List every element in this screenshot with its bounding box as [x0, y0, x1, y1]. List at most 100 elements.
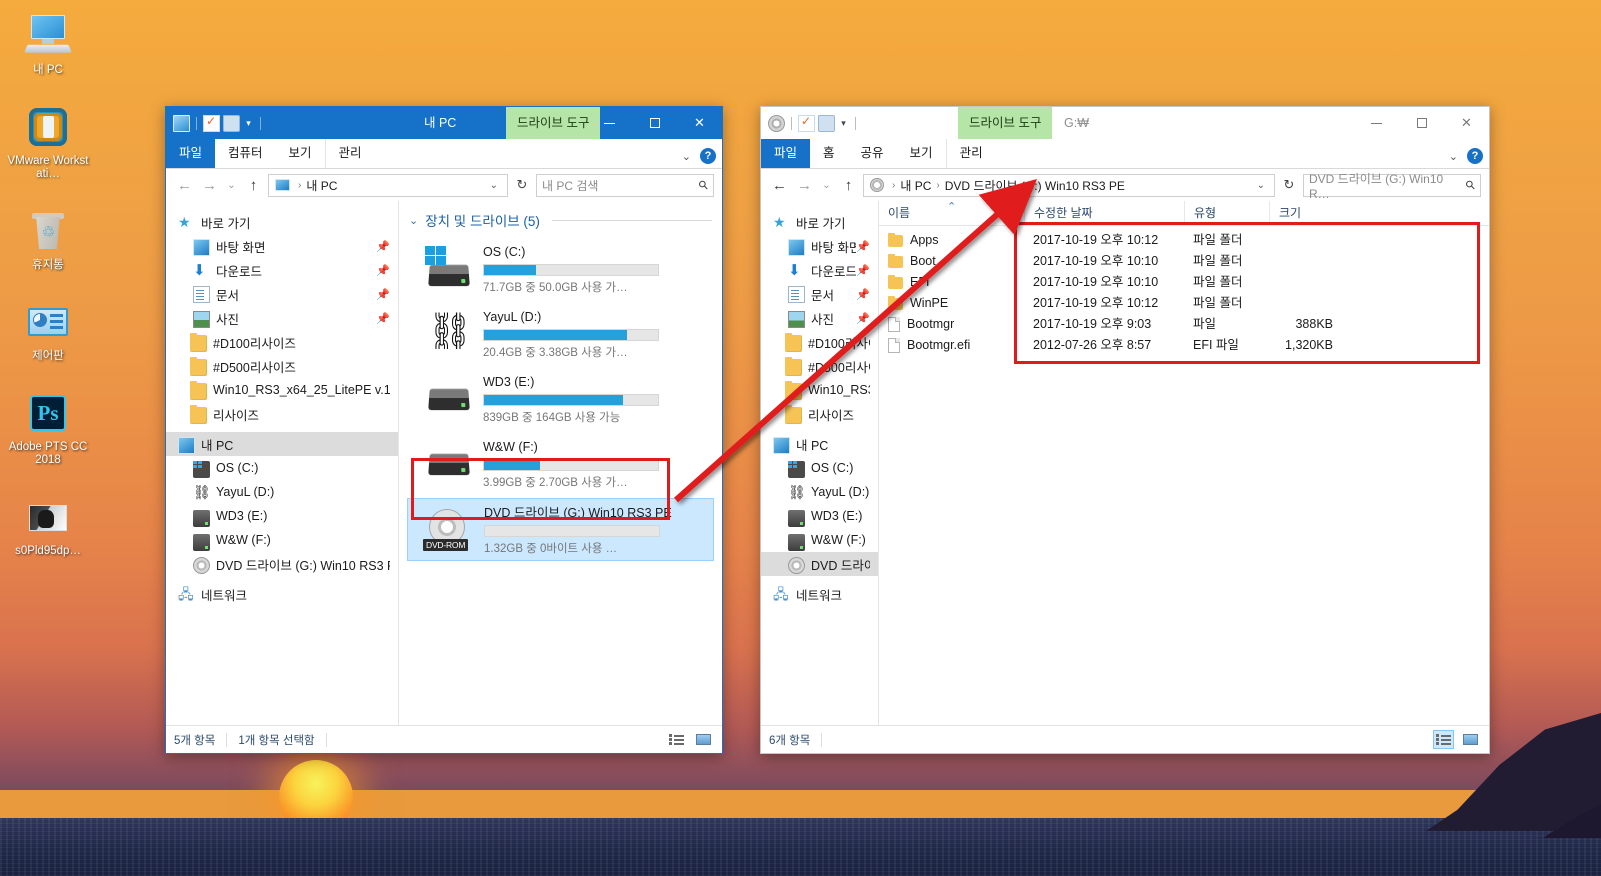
nav-item-13[interactable]: W&W (F:): [166, 528, 398, 552]
nav-item-12[interactable]: WD3 (E:): [761, 504, 878, 528]
nav-item-15[interactable]: 🖧 네트워크: [166, 582, 398, 606]
minimize-button[interactable]: [587, 107, 632, 139]
content-pane[interactable]: 이름 ⌃ 수정한 날짜 유형 크기 Apps 2017-10-19 오후 10:1…: [879, 201, 1489, 725]
file-name-cell[interactable]: Apps: [879, 230, 1024, 251]
drive-tile-4[interactable]: DVD-ROM DVD 드라이브 (G:) Win10 RS3 PE 1.32GB …: [407, 498, 714, 561]
breadcrumb-dvd-drive[interactable]: DVD 드라이브 (G:) Win10 RS3 PE: [945, 177, 1125, 194]
close-button[interactable]: ✕: [1444, 107, 1489, 139]
details-view-button[interactable]: [666, 730, 687, 749]
nav-item-4[interactable]: 사진 📌: [166, 306, 398, 330]
search-icon[interactable]: ⚲: [696, 177, 712, 193]
drive-tile-1[interactable]: ⛓ YayuL (D:) 20.4GB 중 3.38GB 사용 가…: [407, 303, 714, 364]
nav-item-2[interactable]: ⬇ 다운로드 📌: [761, 258, 878, 282]
nav-item-11[interactable]: ⛓ YayuL (D:): [761, 480, 878, 504]
nav-item-1[interactable]: 바탕 화면 📌: [166, 234, 398, 258]
nav-item-2[interactable]: ⬇ 다운로드 📌: [166, 258, 398, 282]
pin-icon[interactable]: 📌: [856, 264, 870, 277]
desktop-icon-recycle-bin[interactable]: ♲ 휴지통: [6, 207, 90, 272]
quick-access-toolbar[interactable]: ▾: [166, 114, 264, 132]
large-icons-view-button[interactable]: [693, 730, 714, 749]
ribbon-tab-manage[interactable]: 관리: [324, 139, 375, 168]
explorer-window-dvd-drive[interactable]: ▾ 드라이브 도구 G:₩ ✕ 파일 홈 공유 보기 관리 ⌄ ? ← → ⌄ …: [760, 106, 1490, 754]
breadcrumb-my-pc[interactable]: 내 PC: [900, 177, 931, 194]
nav-item-14[interactable]: DVD 드라이브 (G:) Win10 RS3 PE: [761, 552, 878, 576]
chevron-down-icon[interactable]: ⌄: [409, 214, 418, 227]
group-header-devices-and-drives[interactable]: ⌄ 장치 및 드라이브 (5): [399, 201, 722, 234]
nav-item-1[interactable]: 바탕 화면 📌: [761, 234, 878, 258]
nav-item-9[interactable]: 내 PC: [166, 432, 398, 456]
quick-access-toolbar[interactable]: ▾: [761, 114, 859, 132]
minimize-button[interactable]: [1354, 107, 1399, 139]
ribbon-right-controls[interactable]: ⌄ ?: [682, 148, 716, 164]
nav-item-7[interactable]: Win10_RS3_x64_25_LitePE v.1: [761, 378, 878, 402]
refresh-button[interactable]: ↻: [512, 174, 532, 197]
file-row[interactable]: Apps 2017-10-19 오후 10:12 파일 폴더: [879, 230, 1489, 251]
file-name-cell[interactable]: WinPE: [879, 293, 1024, 314]
properties-icon[interactable]: [203, 114, 220, 132]
pin-icon[interactable]: 📌: [856, 288, 870, 301]
file-name-cell[interactable]: EFI: [879, 272, 1024, 293]
chevron-down-icon[interactable]: ⌄: [1449, 150, 1458, 163]
desktop-icon-vmware[interactable]: VMware Workstati…: [6, 103, 90, 181]
up-button[interactable]: ↑: [243, 174, 264, 196]
nav-item-15[interactable]: 🖧 네트워크: [761, 582, 878, 606]
nav-item-0[interactable]: ★ 바로 가기: [166, 210, 398, 234]
nav-item-13[interactable]: W&W (F:): [761, 528, 878, 552]
ribbon-tab-view[interactable]: 보기: [897, 139, 946, 168]
chevron-down-icon[interactable]: ⌄: [682, 150, 691, 163]
window-controls[interactable]: ✕: [587, 107, 722, 139]
computer-icon[interactable]: [173, 114, 190, 132]
column-header-type[interactable]: 유형: [1184, 201, 1269, 226]
pin-icon[interactable]: 📌: [376, 240, 390, 253]
forward-button[interactable]: →: [794, 174, 815, 196]
search-input[interactable]: 내 PC 검색 ⚲: [536, 173, 714, 197]
drive-tile-0[interactable]: OS (C:) 71.7GB 중 50.0GB 사용 가…: [407, 238, 714, 299]
title-bar[interactable]: ▾ 드라이브 도구 G:₩ ✕: [761, 107, 1489, 139]
maximize-button[interactable]: [1399, 107, 1444, 139]
help-icon[interactable]: ?: [700, 148, 716, 164]
dvd-drive-icon[interactable]: [768, 114, 785, 132]
ribbon-tab-file[interactable]: 파일: [761, 139, 811, 168]
desktop-icon-control-panel[interactable]: 제어판: [6, 298, 90, 363]
nav-item-10[interactable]: OS (C:): [166, 456, 398, 480]
back-button[interactable]: ←: [769, 174, 790, 196]
help-icon[interactable]: ?: [1467, 148, 1483, 164]
chevron-down-icon[interactable]: ⌄: [485, 180, 503, 191]
file-row[interactable]: Boot 2017-10-19 오후 10:10 파일 폴더: [879, 251, 1489, 272]
chevron-down-icon[interactable]: ▾: [838, 115, 849, 132]
properties-icon[interactable]: [798, 114, 815, 132]
ribbon-tab-file[interactable]: 파일: [166, 139, 216, 168]
nav-item-14[interactable]: DVD 드라이브 (G:) Win10 RS3 PE: [166, 552, 398, 576]
nav-item-9[interactable]: 내 PC: [761, 432, 878, 456]
column-header-name[interactable]: 이름 ⌃: [879, 201, 1024, 226]
column-header-row[interactable]: 이름 ⌃ 수정한 날짜 유형 크기: [879, 201, 1489, 226]
ribbon-tab-bar[interactable]: 파일 홈 공유 보기 관리 ⌄ ?: [761, 139, 1489, 169]
nav-item-12[interactable]: WD3 (E:): [166, 504, 398, 528]
nav-item-5[interactable]: #D100리사이즈: [166, 330, 398, 354]
search-input[interactable]: DVD 드라이브 (G:) Win10 R… ⚲: [1303, 172, 1481, 201]
ribbon-tab-share[interactable]: 공유: [848, 139, 897, 168]
address-bar[interactable]: › 내 PC ⌄: [268, 173, 508, 197]
file-name-cell[interactable]: Boot: [879, 251, 1024, 272]
nav-item-5[interactable]: #D100리사이즈: [761, 330, 878, 354]
contextual-tab-drive-tools[interactable]: 드라이브 도구: [958, 107, 1053, 139]
pin-icon[interactable]: 📌: [376, 288, 390, 301]
forward-button[interactable]: →: [199, 174, 220, 196]
nav-item-6[interactable]: #D500리사이즈: [761, 354, 878, 378]
desktop-icon-photoshop[interactable]: Ps Adobe PTS CC 2018: [6, 389, 90, 467]
ribbon-tab-bar[interactable]: 파일 컴퓨터 보기 관리 ⌄ ?: [166, 139, 722, 169]
nav-item-4[interactable]: 사진 📌: [761, 306, 878, 330]
file-row[interactable]: WinPE 2017-10-19 오후 10:12 파일 폴더: [879, 293, 1489, 314]
nav-item-0[interactable]: ★ 바로 가기: [761, 210, 878, 234]
refresh-button[interactable]: ↻: [1279, 174, 1299, 197]
recent-locations-icon[interactable]: ⌄: [224, 174, 239, 196]
column-header-size[interactable]: 크기: [1269, 201, 1339, 226]
desktop-icon-image-file[interactable]: s0Pld95dp…: [6, 493, 90, 558]
chevron-down-icon[interactable]: ⌄: [1252, 180, 1270, 191]
file-row[interactable]: Bootmgr 2017-10-19 오후 9:03 파일 388KB: [879, 314, 1489, 335]
file-row[interactable]: EFI 2017-10-19 오후 10:10 파일 폴더: [879, 272, 1489, 293]
ribbon-tab-computer[interactable]: 컴퓨터: [215, 139, 276, 168]
nav-item-8[interactable]: 리사이즈: [166, 402, 398, 426]
nav-item-3[interactable]: 문서 📌: [166, 282, 398, 306]
nav-item-11[interactable]: ⛓ YayuL (D:): [166, 480, 398, 504]
